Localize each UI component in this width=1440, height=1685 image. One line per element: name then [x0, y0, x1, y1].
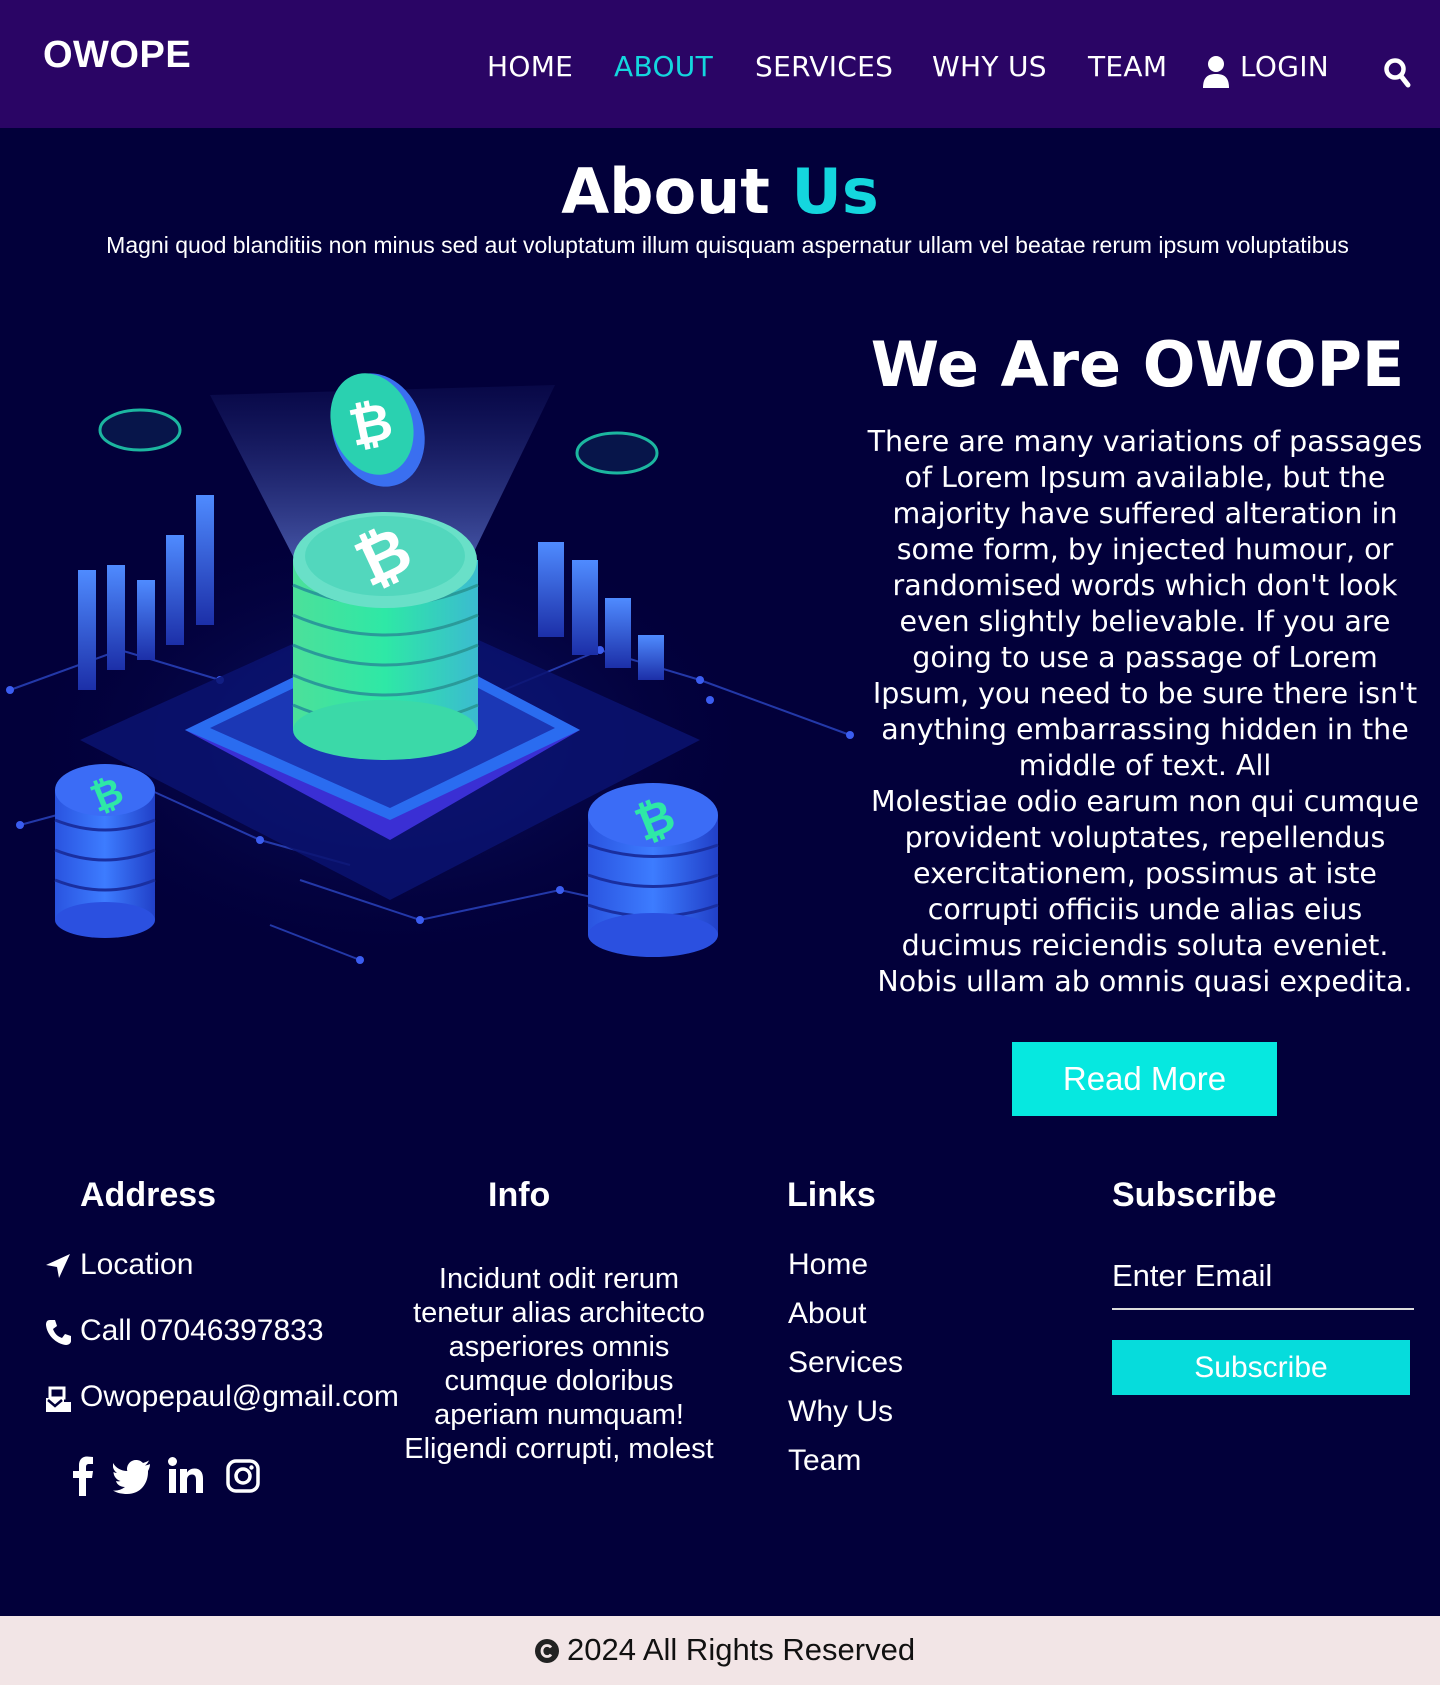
nav-login[interactable]: LOGIN — [1240, 50, 1329, 83]
description-line: anything embarrassing hidden in the — [881, 713, 1409, 746]
description-line: Ipsum, you need to be sure there isn't — [872, 677, 1418, 710]
footer-link-team[interactable]: Team — [788, 1444, 861, 1478]
nav-about[interactable]: ABOUT — [614, 50, 713, 83]
nav-home[interactable]: HOME — [487, 50, 573, 83]
address-heading: Address — [80, 1176, 217, 1214]
nav-team[interactable]: TEAM — [1088, 50, 1167, 83]
info-text: Incidunt odit rerum tenetur alias archit… — [390, 1262, 728, 1466]
description-line: ducimus reiciendis soluta eveniet. — [901, 929, 1389, 962]
subscribe-heading: Subscribe — [1112, 1176, 1277, 1214]
description-line: randomised words which don't look — [892, 569, 1398, 602]
email-input[interactable] — [1112, 1244, 1414, 1310]
copyright-icon — [535, 1639, 559, 1663]
footer-link-about[interactable]: About — [788, 1297, 866, 1331]
location-text: Location — [80, 1248, 194, 1281]
info-line: Eligendi corrupti, molest — [404, 1433, 714, 1465]
info-line: asperiores omnis — [448, 1331, 670, 1363]
about-title: About Us — [0, 155, 1440, 228]
instagram-icon[interactable] — [224, 1456, 262, 1496]
phone-number[interactable]: Call 07046397833 — [80, 1314, 324, 1348]
description-line: There are many variations of passages — [867, 425, 1423, 458]
mail-icon — [46, 1386, 71, 1412]
read-more-button[interactable]: Read More — [1012, 1042, 1277, 1116]
copyright-text: 2024 All Rights Reserved — [567, 1632, 916, 1667]
about-title-plain: About — [561, 155, 792, 228]
nav-why-us[interactable]: WHY US — [932, 50, 1047, 83]
footer-link-why-us[interactable]: Why Us — [788, 1395, 893, 1429]
nav-services[interactable]: SERVICES — [755, 50, 893, 83]
linkedin-icon[interactable] — [167, 1456, 205, 1496]
user-icon[interactable] — [1202, 55, 1230, 89]
footer-link-home[interactable]: Home — [788, 1248, 868, 1282]
location-arrow-icon — [46, 1254, 70, 1278]
description-line: some form, by injected humour, or — [896, 533, 1394, 566]
description-line: Molestiae odio earum non qui cumque — [871, 785, 1419, 818]
copyright-bar: 2024 All Rights Reserved — [0, 1616, 1440, 1685]
crypto-illustration: ₿ ₿ ₿ ₿ — [6, 373, 854, 970]
phone-icon — [46, 1320, 71, 1345]
info-line: aperiam numquam! — [434, 1399, 684, 1431]
description-line: middle of text. All — [1018, 749, 1272, 782]
info-heading: Info — [488, 1176, 551, 1214]
description-line: provident voluptates, repellendus — [904, 821, 1386, 854]
description-line: majority have suffered alteration in — [892, 497, 1398, 530]
top-navbar: OWOPE HOME ABOUT SERVICES WHY US TEAM LO… — [0, 0, 1440, 128]
info-line: tenetur alias architecto — [413, 1297, 705, 1329]
site-logo[interactable]: OWOPE — [43, 34, 191, 77]
about-subtitle: Magni quod blanditiis non minus sed aut … — [106, 232, 1349, 258]
twitter-icon[interactable] — [113, 1456, 151, 1496]
facebook-icon[interactable] — [64, 1456, 102, 1496]
info-line: Incidunt odit rerum — [438, 1263, 680, 1295]
search-icon[interactable] — [1383, 57, 1411, 89]
footer-link-services[interactable]: Services — [788, 1346, 903, 1380]
subscribe-button[interactable]: Subscribe — [1112, 1340, 1410, 1395]
description-paragraph: There are many variations of passages of… — [866, 424, 1424, 1000]
section-heading: We Are OWOPE — [870, 328, 1405, 401]
email-address[interactable]: Owopepaul@gmail.com — [80, 1380, 399, 1414]
description-line: Nobis ullam ab omnis quasi expedita. — [877, 965, 1413, 998]
description-line: corrupti officiis unde alias eius — [927, 893, 1363, 926]
description-line: exercitationem, possimus at iste — [913, 857, 1377, 890]
description-line: even slightly believable. If you are — [899, 605, 1391, 638]
links-heading: Links — [787, 1176, 876, 1214]
description-line: going to use a passage of Lorem — [912, 641, 1378, 674]
about-title-accent: Us — [791, 155, 879, 228]
info-line: cumque doloribus — [444, 1365, 674, 1397]
description-line: of Lorem Ipsum available, but the — [904, 461, 1386, 494]
